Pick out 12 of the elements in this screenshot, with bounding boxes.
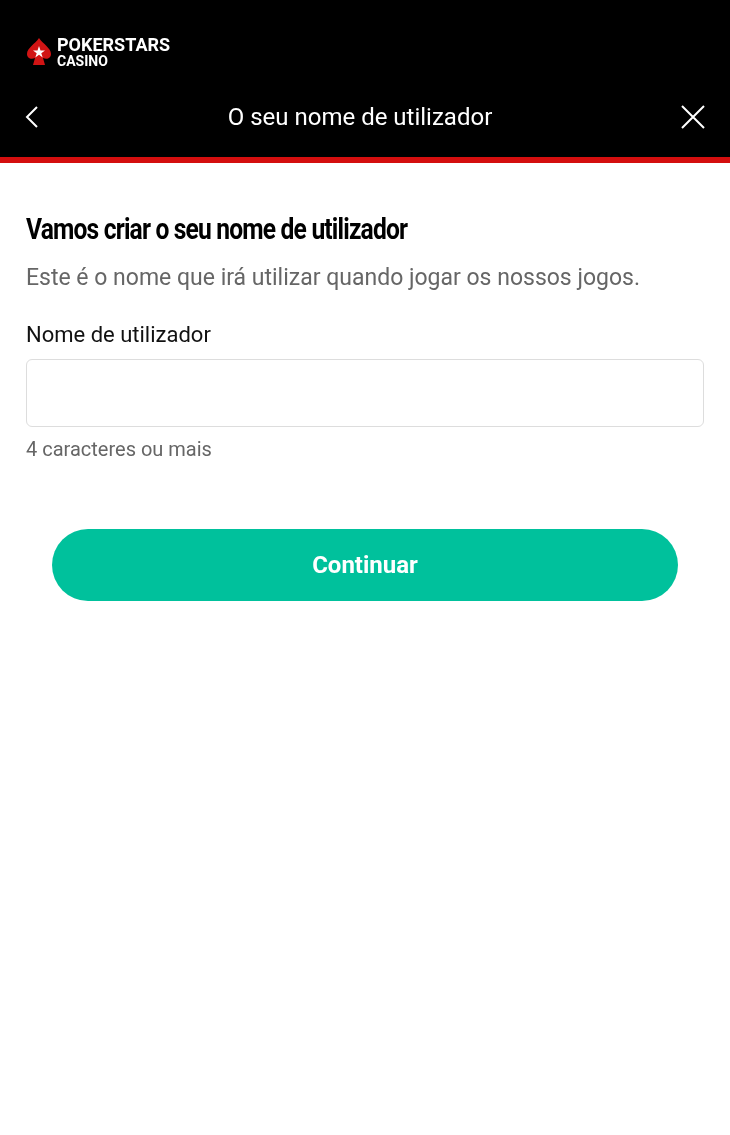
field-label: Nome de utilizador [26,322,212,347]
page-title: O seu nome de utilizador [227,103,493,131]
intro-text: Este é o nome que irá utilizar quando jogar os nossos jogos. [26,263,642,293]
back-icon[interactable] [25,105,39,129]
brand-subtitle: CASINO [57,54,109,68]
continue-button[interactable]: Continuar [52,529,678,601]
field-hint: 4 caracteres ou mais [26,437,213,461]
brand-name: POKERSTARS [57,36,171,54]
username-field[interactable] [26,359,704,427]
spade-star-icon [27,37,51,67]
heading: Vamos criar o seu nome de utilizador [26,211,409,246]
close-icon[interactable] [681,105,705,129]
